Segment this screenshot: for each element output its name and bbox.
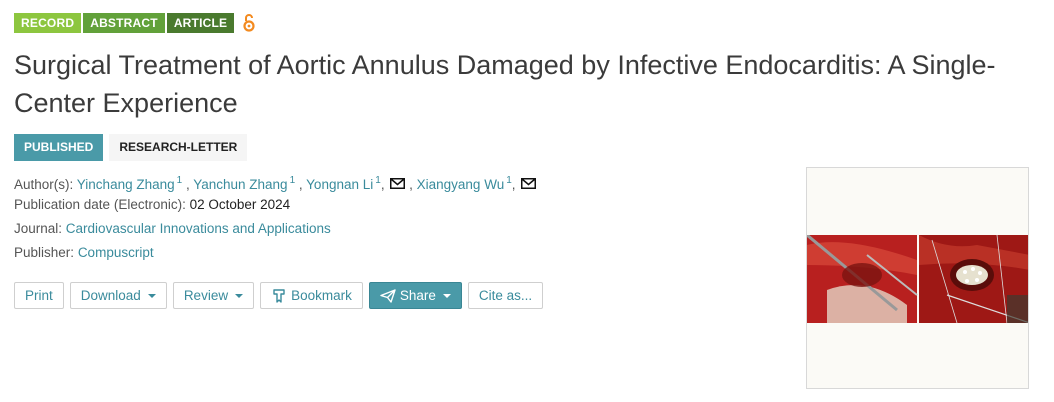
print-button[interactable]: Print [14, 282, 64, 309]
author-link[interactable]: Yinchang Zhang [77, 177, 175, 192]
status-row: PUBLISHED RESEARCH-LETTER [14, 134, 248, 161]
email-icon[interactable] [521, 173, 537, 189]
record-tags: RECORD ABSTRACT ARTICLE [14, 13, 256, 33]
paper-plane-icon [380, 288, 396, 303]
download-dropdown-button[interactable]: Download [69, 282, 167, 309]
cite-button[interactable]: Cite as... [467, 282, 544, 309]
email-icon[interactable] [390, 173, 406, 189]
abstract-tag: ABSTRACT [83, 13, 165, 33]
cite-label: Cite as... [478, 288, 533, 303]
download-label: Download [80, 288, 141, 303]
share-label: Share [399, 288, 436, 303]
caret-down-icon [147, 293, 156, 298]
review-dropdown-button[interactable]: Review [172, 282, 255, 309]
article-cover-thumbnail[interactable] [806, 167, 1029, 389]
bookmark-label: Bookmark [291, 288, 352, 303]
journal-label: Journal: [14, 221, 63, 236]
authors-label: Author(s): [14, 177, 74, 192]
author-link[interactable]: Yanchun Zhang [193, 177, 287, 192]
share-dropdown-button[interactable]: Share [368, 282, 462, 309]
article-metadata: Author(s): Yinchang Zhang 1 , Yanchun Zha… [14, 169, 537, 265]
bookmark-button[interactable]: Bookmark [260, 282, 363, 309]
record-tag: RECORD [14, 13, 82, 33]
open-access-lock-icon [242, 13, 256, 33]
publication-date: 02 October 2024 [189, 197, 291, 212]
surgical-photo-image [807, 235, 1028, 323]
publisher-link[interactable]: Compuscript [78, 245, 154, 260]
caret-down-icon [442, 293, 451, 298]
bookmark-icon [271, 288, 287, 304]
authors-row: Author(s): Yinchang Zhang 1 , Yanchun Zha… [14, 169, 537, 193]
publisher-row: Publisher: Compuscript [14, 241, 536, 265]
review-label: Review [183, 288, 229, 303]
publication-date-row: Publication date (Electronic): 02 Octobe… [14, 193, 536, 217]
article-tag: ARTICLE [166, 13, 235, 33]
author-affiliation: 1 [176, 175, 183, 186]
article-toolbar: Print Download Review Bookmark Share Cit… [14, 282, 544, 309]
caret-down-icon [235, 293, 244, 298]
journal-link[interactable]: Cardiovascular Innovations and Applicati… [66, 221, 331, 236]
journal-row: Journal: Cardiovascular Innovations and … [14, 217, 536, 241]
publisher-label: Publisher: [14, 245, 75, 260]
published-badge: PUBLISHED [14, 134, 104, 161]
author-link[interactable]: Yongnan Li [306, 177, 373, 192]
page-title: Surgical Treatment of Aortic Annulus Dam… [14, 50, 996, 118]
publication-date-label: Publication date (Electronic): [14, 197, 186, 212]
print-label: Print [25, 288, 53, 303]
article-type-badge: RESEARCH-LETTER [109, 134, 248, 161]
author-affiliation: 1 [289, 175, 296, 186]
author-link[interactable]: Xiangyang Wu [417, 177, 505, 192]
